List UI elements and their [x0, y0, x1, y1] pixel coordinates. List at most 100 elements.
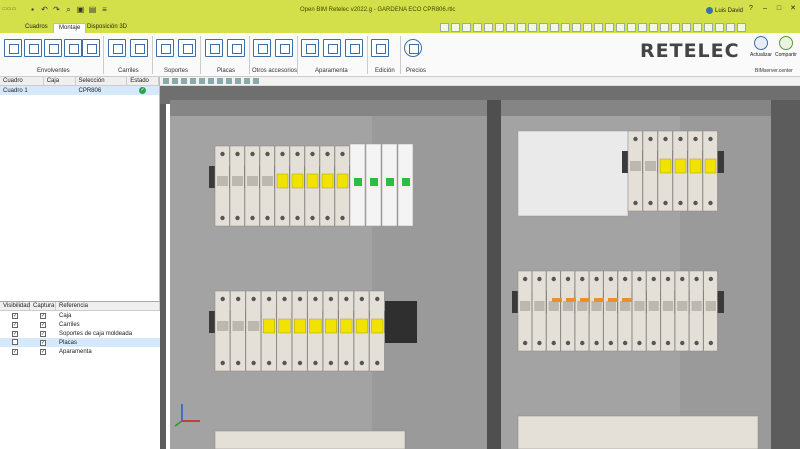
user-account[interactable]: Luis David — [706, 7, 743, 14]
tool-icon[interactable] — [190, 78, 196, 84]
view-icon[interactable] — [715, 23, 724, 32]
envolvente-button[interactable] — [64, 39, 82, 57]
view-icon[interactable] — [638, 23, 647, 32]
checkbox[interactable]: ✓ — [12, 321, 18, 328]
accesorio-button[interactable] — [253, 39, 271, 57]
view-icon[interactable] — [473, 23, 482, 32]
actualizar-button[interactable]: Actualizar — [750, 36, 772, 58]
checkbox[interactable]: ✓ — [40, 312, 46, 319]
col-header[interactable]: Referencia — [56, 302, 160, 310]
checkbox[interactable] — [12, 338, 18, 345]
view-icon[interactable] — [440, 23, 449, 32]
tab-cuadros[interactable]: Cuadros — [20, 23, 53, 33]
carril-button[interactable] — [108, 39, 126, 57]
envolvente-button[interactable] — [24, 39, 42, 57]
edit-button[interactable] — [371, 39, 389, 57]
3d-viewport[interactable] — [160, 86, 800, 449]
soporte-button[interactable] — [156, 39, 174, 57]
view-icon[interactable] — [572, 23, 581, 32]
visibility-checkbox[interactable]: ✓ — [0, 312, 30, 320]
tool-icon[interactable] — [172, 78, 178, 84]
view-icon[interactable] — [704, 23, 713, 32]
checkbox[interactable]: ✓ — [40, 348, 46, 355]
capture-checkbox[interactable]: ✓ — [30, 321, 56, 329]
checkbox[interactable]: ✓ — [40, 330, 46, 337]
checkbox[interactable]: ✓ — [12, 330, 18, 337]
col-header[interactable]: Estado — [127, 77, 159, 85]
aparamenta-button[interactable] — [345, 39, 363, 57]
capture-checkbox[interactable]: ✓ — [30, 312, 56, 320]
view-icon[interactable] — [627, 23, 636, 32]
view-icon[interactable] — [594, 23, 603, 32]
checkbox[interactable]: ✓ — [40, 321, 46, 328]
accesorio-button[interactable] — [275, 39, 293, 57]
export-icon[interactable]: ▤ — [88, 5, 97, 14]
table-row[interactable]: Cuadro 1 CPR806 ✓ — [0, 86, 159, 95]
tool-icon[interactable] — [199, 78, 205, 84]
view-icon[interactable] — [693, 23, 702, 32]
print-icon[interactable]: ▣ — [76, 5, 85, 14]
col-header[interactable]: Captura — [30, 302, 56, 310]
carril-button[interactable] — [130, 39, 148, 57]
tool-icon[interactable] — [226, 78, 232, 84]
aparamenta-button[interactable] — [301, 39, 319, 57]
capture-checkbox[interactable]: ✓ — [30, 348, 56, 356]
search-icon[interactable]: ⌕ — [64, 5, 73, 14]
table-row[interactable]: ✓ Placas — [0, 338, 160, 347]
view-icon[interactable] — [682, 23, 691, 32]
table-row[interactable]: ✓ ✓ Caja — [0, 311, 160, 320]
view-icon[interactable] — [462, 23, 471, 32]
capture-checkbox[interactable]: ✓ — [30, 330, 56, 338]
view-icon[interactable] — [649, 23, 658, 32]
visibility-checkbox[interactable] — [0, 338, 30, 348]
aparamenta-button[interactable] — [323, 39, 341, 57]
visibility-checkbox[interactable]: ✓ — [0, 348, 30, 356]
undo-icon[interactable]: ↶ — [40, 5, 49, 14]
checkbox[interactable]: ✓ — [12, 348, 18, 355]
view-icon[interactable] — [660, 23, 669, 32]
col-header[interactable]: Selección — [76, 77, 128, 85]
envolvente-button[interactable] — [44, 39, 62, 57]
view-icon[interactable] — [451, 23, 460, 32]
tool-icon[interactable] — [217, 78, 223, 84]
placa-button[interactable] — [205, 39, 223, 57]
view-icon[interactable] — [484, 23, 493, 32]
tool-icon[interactable] — [235, 78, 241, 84]
view-icon[interactable] — [737, 23, 746, 32]
view-icon[interactable] — [671, 23, 680, 32]
view-icon[interactable] — [506, 23, 515, 32]
checkbox[interactable]: ✓ — [12, 312, 18, 319]
view-icon[interactable] — [528, 23, 537, 32]
tool-icon[interactable] — [163, 78, 169, 84]
capture-checkbox[interactable]: ✓ — [30, 339, 56, 347]
visibility-checkbox[interactable]: ✓ — [0, 330, 30, 338]
list-icon[interactable]: ≡ — [100, 5, 109, 14]
table-row[interactable]: ✓ ✓ Carriles — [0, 320, 160, 329]
view-icon[interactable] — [495, 23, 504, 32]
col-header[interactable]: Visibilidad — [0, 302, 30, 310]
tool-icon[interactable] — [208, 78, 214, 84]
minimize-icon[interactable]: – — [758, 3, 772, 13]
save-icon[interactable]: ▪ — [28, 5, 37, 14]
tool-icon[interactable] — [181, 78, 187, 84]
placa-button[interactable] — [227, 39, 245, 57]
table-row[interactable]: ✓ ✓ Aparamenta — [0, 347, 160, 356]
view-icon[interactable] — [550, 23, 559, 32]
tool-icon[interactable] — [244, 78, 250, 84]
close-icon[interactable]: ✕ — [786, 3, 800, 13]
col-header[interactable]: Caja — [44, 77, 76, 85]
col-header[interactable]: Cuadro — [0, 77, 44, 85]
view-icon[interactable] — [726, 23, 735, 32]
view-icon[interactable] — [583, 23, 592, 32]
visibility-checkbox[interactable]: ✓ — [0, 321, 30, 329]
view-icon[interactable] — [616, 23, 625, 32]
maximize-icon[interactable]: □ — [772, 3, 786, 13]
soporte-button[interactable] — [178, 39, 196, 57]
envolvente-button[interactable] — [4, 39, 22, 57]
redo-icon[interactable]: ↷ — [52, 5, 61, 14]
3d-scene[interactable] — [160, 86, 800, 449]
tab-disposicion-3d[interactable]: Disposición 3D — [82, 23, 132, 33]
help-icon[interactable]: ? — [744, 3, 758, 13]
compartir-button[interactable]: Compartir — [775, 36, 797, 58]
view-icon[interactable] — [561, 23, 570, 32]
